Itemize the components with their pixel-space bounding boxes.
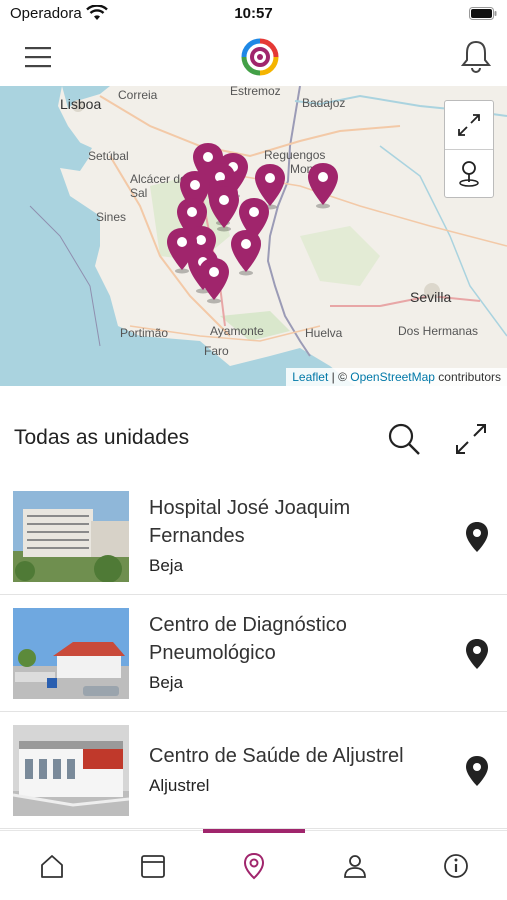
calendar-icon[interactable] bbox=[138, 851, 168, 881]
status-time: 10:57 bbox=[234, 5, 273, 22]
user-icon[interactable] bbox=[340, 851, 370, 881]
map-controls bbox=[444, 100, 494, 198]
map-label: Reguengos bbox=[264, 148, 326, 162]
bottom-tab-bar bbox=[0, 829, 507, 900]
map-label: Estremoz bbox=[230, 86, 281, 98]
app-header bbox=[0, 28, 507, 86]
unit-photo bbox=[13, 725, 129, 816]
bell-icon[interactable] bbox=[458, 38, 494, 74]
unit-list-item[interactable]: Centro de Diagnóstico Pneumológico Beja bbox=[0, 595, 507, 712]
map-label: Ayamonte bbox=[210, 324, 264, 338]
search-icon[interactable] bbox=[385, 420, 423, 458]
map-label: Dos Hermanas bbox=[398, 324, 479, 338]
app-logo-icon bbox=[241, 38, 279, 76]
map-pin-icon[interactable] bbox=[462, 754, 492, 788]
section-title: Todas as unidades bbox=[14, 426, 190, 449]
map-label: Portimão bbox=[120, 326, 169, 340]
unit-list-item[interactable]: Centro de Saúde de Aljustrel Aljustrel bbox=[0, 712, 507, 829]
map-pin-icon[interactable] bbox=[239, 851, 269, 881]
map-marker[interactable] bbox=[305, 161, 341, 209]
active-tab-indicator bbox=[203, 829, 305, 833]
map-label: Badajoz bbox=[302, 96, 346, 110]
map-label: Huelva bbox=[305, 326, 343, 340]
map-attribution: Leaflet | © OpenStreetMap contributors bbox=[286, 368, 507, 386]
unit-name: Centro de Saúde de Aljustrel bbox=[149, 745, 404, 767]
battery-icon bbox=[469, 7, 497, 20]
map-label: Lisboa bbox=[60, 96, 102, 112]
map-label: Setúbal bbox=[88, 149, 129, 163]
unit-photo bbox=[13, 608, 129, 699]
unit-city: Beja bbox=[149, 673, 184, 692]
pin-locate-icon bbox=[459, 160, 479, 187]
map-fullscreen-button[interactable] bbox=[445, 101, 493, 149]
map-label: Sevilla bbox=[410, 289, 452, 305]
unit-photo bbox=[13, 491, 129, 582]
map-marker[interactable] bbox=[228, 228, 264, 276]
map-pin-icon[interactable] bbox=[462, 520, 492, 554]
map-pin-icon[interactable] bbox=[462, 637, 492, 671]
map-marker[interactable] bbox=[206, 184, 242, 232]
osm-link[interactable]: OpenStreetMap bbox=[350, 370, 435, 384]
map-label: Correia bbox=[118, 88, 158, 102]
units-list: Hospital José Joaquim Fernandes Beja Cen… bbox=[0, 478, 507, 830]
map-locate-button[interactable] bbox=[445, 149, 493, 197]
status-bar: Operadora 10:57 bbox=[0, 0, 507, 28]
units-map[interactable]: Lisboa Correia Estremoz Badajoz Setúbal … bbox=[0, 86, 507, 386]
hamburger-menu-icon[interactable] bbox=[22, 42, 54, 72]
expand-arrows-icon bbox=[458, 114, 480, 136]
map-marker[interactable] bbox=[196, 256, 232, 304]
leaflet-link[interactable]: Leaflet bbox=[292, 370, 328, 384]
map-label: Sines bbox=[96, 210, 127, 224]
unit-name: Hospital José Joaquim Fernandes bbox=[149, 497, 351, 547]
unit-city: Beja bbox=[149, 556, 184, 575]
unit-name: Centro de Diagnóstico Pneumológico bbox=[149, 614, 347, 664]
info-icon[interactable] bbox=[441, 851, 471, 881]
map-label: Faro bbox=[204, 344, 229, 358]
units-section-header: Todas as unidades bbox=[0, 400, 507, 470]
unit-city: Aljustrel bbox=[149, 776, 210, 795]
home-icon[interactable] bbox=[37, 851, 67, 881]
unit-list-item[interactable]: Hospital José Joaquim Fernandes Beja bbox=[0, 478, 507, 595]
expand-arrows-icon[interactable] bbox=[452, 420, 490, 458]
